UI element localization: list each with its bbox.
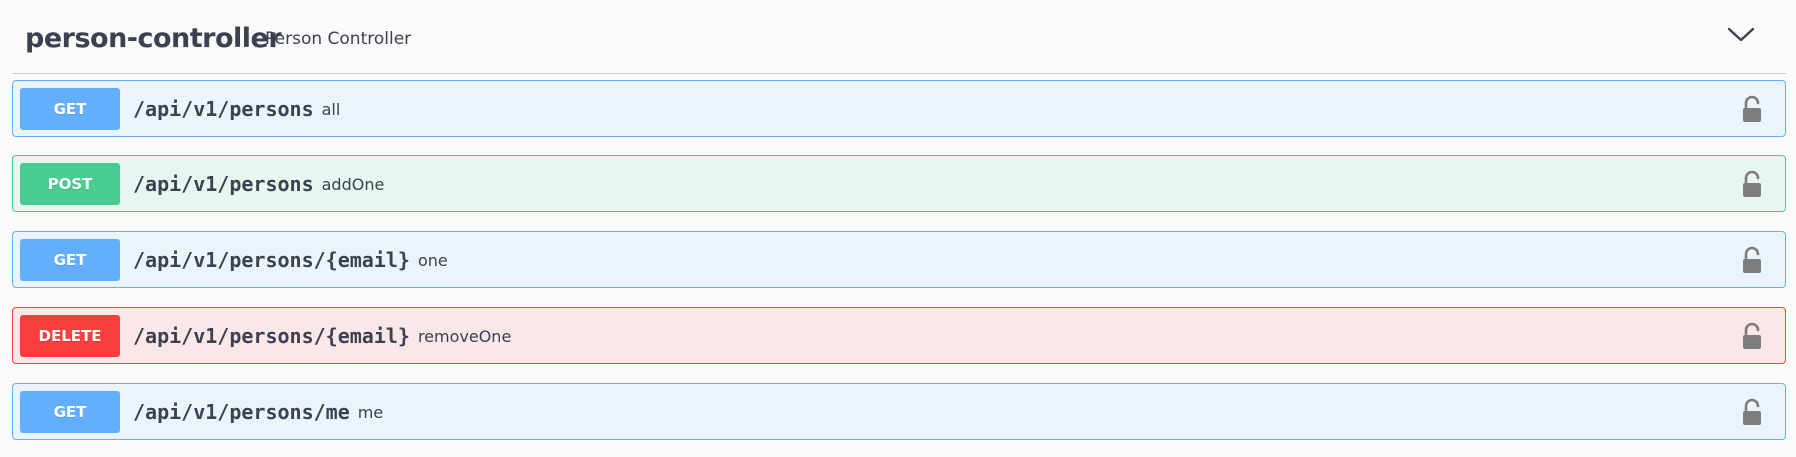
- opblock-post-persons[interactable]: POST /api/v1/persons addOne: [12, 155, 1786, 212]
- operation-summary: all: [321, 100, 341, 119]
- operation-path: /api/v1/persons/{email} one: [133, 246, 448, 275]
- operation-summary: me: [357, 403, 384, 422]
- unlocked-padlock-icon[interactable]: [1741, 170, 1763, 198]
- path-text: /api/v1/persons/{email}: [133, 324, 410, 348]
- path-text: /api/v1/persons/me: [133, 400, 350, 424]
- method-badge: DELETE: [20, 315, 120, 357]
- operation-summary: removeOne: [417, 327, 512, 346]
- operation-path: /api/v1/persons/me me: [133, 398, 383, 427]
- unlocked-padlock-icon[interactable]: [1741, 246, 1763, 274]
- tag-header[interactable]: person-controller Person Controller: [12, 0, 1786, 74]
- method-badge: GET: [20, 239, 120, 281]
- path-text: /api/v1/persons: [133, 97, 314, 121]
- operation-path: /api/v1/persons addOne: [133, 170, 384, 199]
- method-badge: POST: [20, 163, 120, 205]
- operation-path: /api/v1/persons all: [133, 95, 340, 124]
- path-text: /api/v1/persons: [133, 172, 314, 196]
- opblock-get-persons[interactable]: GET /api/v1/persons all: [12, 80, 1786, 137]
- unlocked-padlock-icon[interactable]: [1741, 95, 1763, 123]
- opblock-delete-person[interactable]: DELETE /api/v1/persons/{email} removeOne: [12, 307, 1786, 364]
- expand-button[interactable]: [1726, 23, 1756, 47]
- opblock-get-person-by-email[interactable]: GET /api/v1/persons/{email} one: [12, 231, 1786, 288]
- chevron-down-icon: [1727, 27, 1755, 42]
- path-text: /api/v1/persons/{email}: [133, 248, 410, 272]
- opblock-get-person-me[interactable]: GET /api/v1/persons/me me: [12, 383, 1786, 440]
- unlocked-padlock-icon[interactable]: [1741, 398, 1763, 426]
- method-badge: GET: [20, 88, 120, 130]
- method-badge: GET: [20, 391, 120, 433]
- operation-path: /api/v1/persons/{email} removeOne: [133, 322, 511, 351]
- operation-summary: addOne: [321, 175, 385, 194]
- tag-section: person-controller Person Controller GET …: [0, 0, 1796, 457]
- operation-summary: one: [417, 251, 448, 270]
- tag-name[interactable]: person-controller: [25, 20, 282, 58]
- tag-description: Person Controller: [265, 29, 412, 49]
- unlocked-padlock-icon[interactable]: [1741, 322, 1763, 350]
